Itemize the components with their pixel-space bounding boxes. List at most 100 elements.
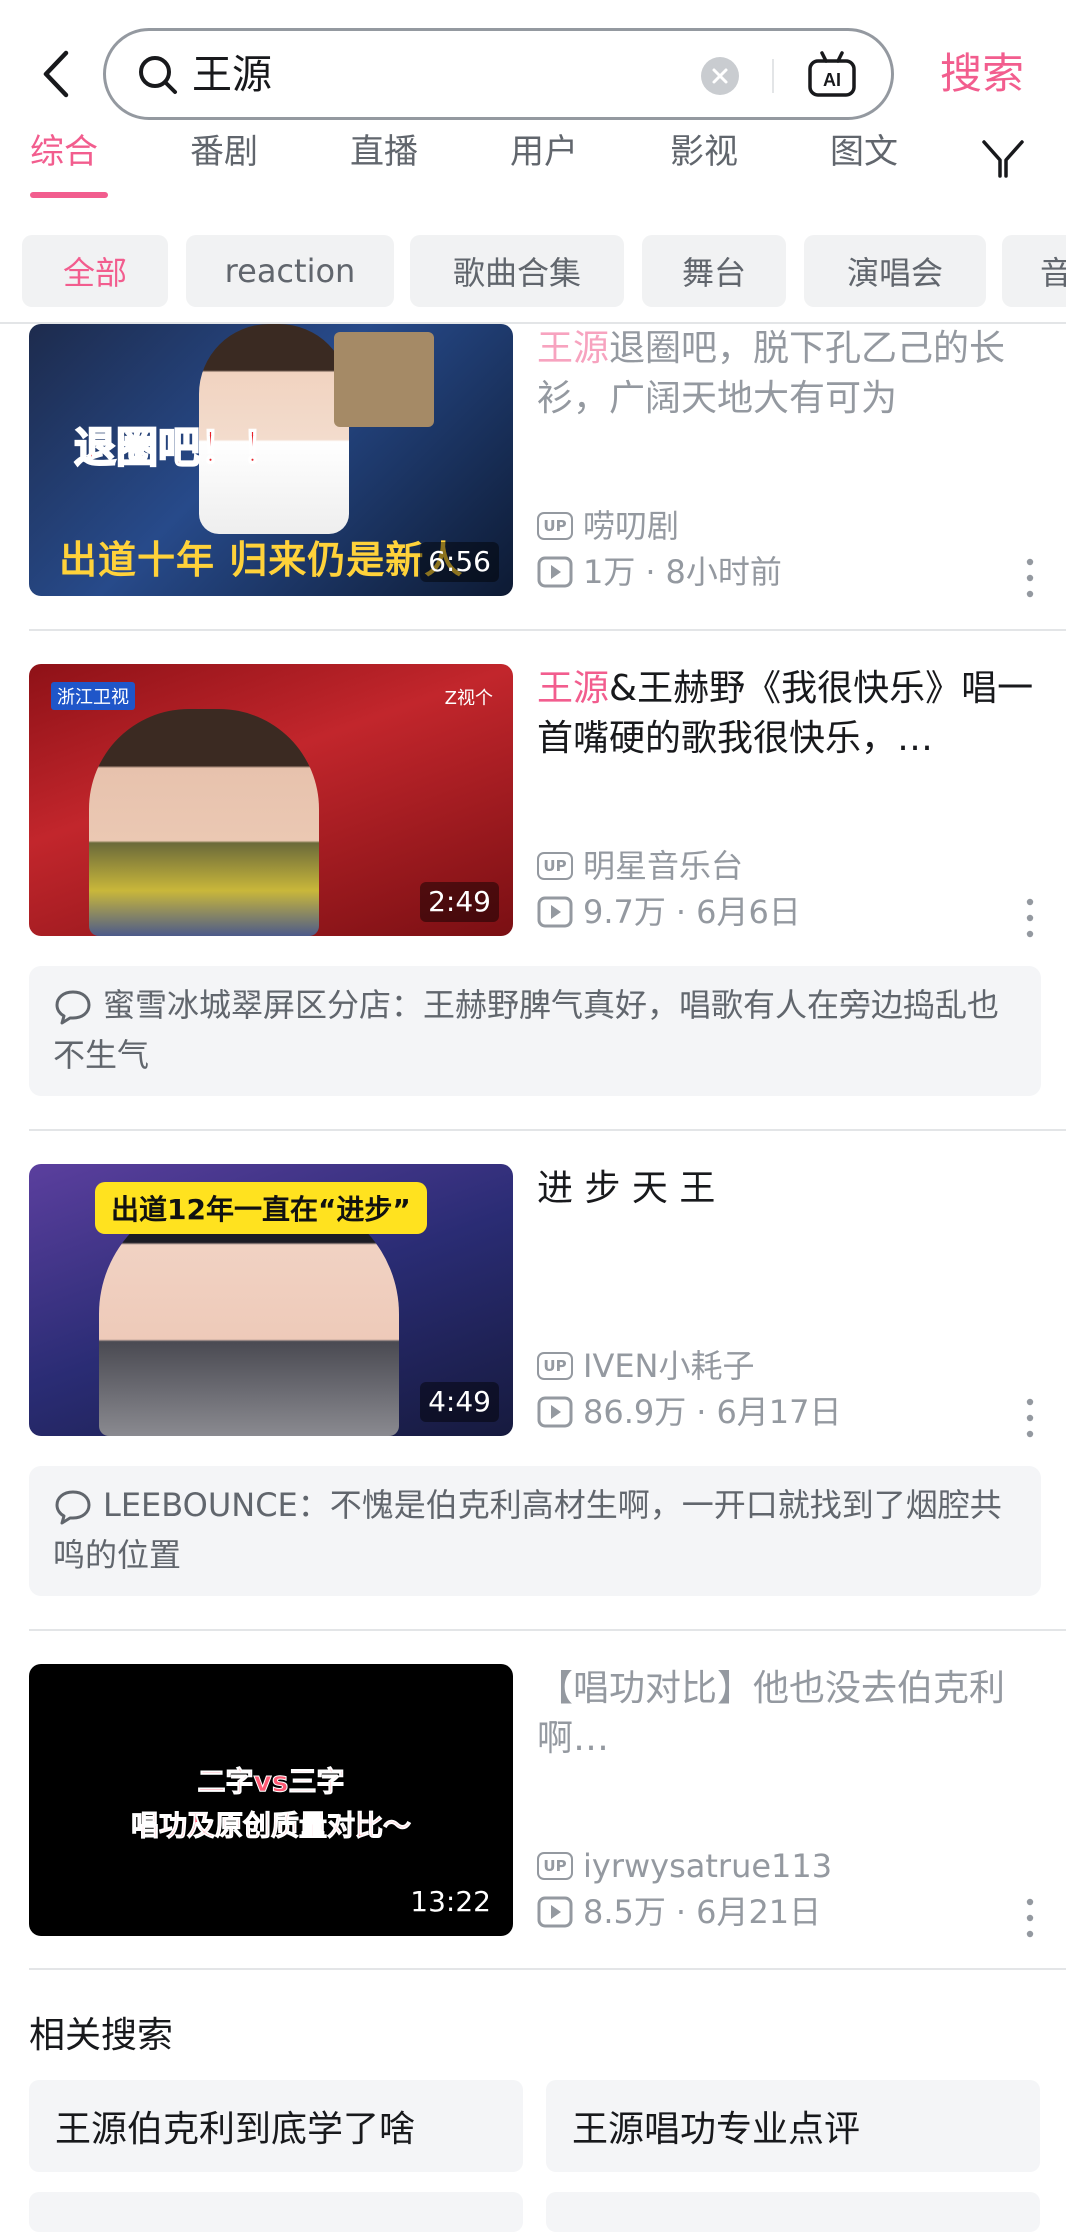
tab-all[interactable]: 综合 <box>30 132 98 172</box>
view-count: 86.9万 <box>583 1393 687 1431</box>
uploader-row[interactable]: UP iyrwysatrue113 <box>537 1846 832 1886</box>
meta-dot: · <box>675 1893 687 1931</box>
search-box[interactable]: 王源 AI <box>103 28 894 120</box>
chip-reaction[interactable]: reaction <box>186 235 394 307</box>
chip-concert[interactable]: 演唱会 <box>804 235 986 307</box>
thumbnail-caption-2: 唱功及原创质量对比～ <box>130 1809 411 1843</box>
top-comment[interactable]: 蜜雪冰城翠屏区分店：王赫野脾气真好，唱歌有人在旁边捣乱也不生气 <box>29 966 1041 1096</box>
card-divider <box>29 1629 1066 1631</box>
thumbnail-caption: 出道12年一直在“进步” <box>95 1182 427 1234</box>
stats-row: 86.9万 · 6月17日 <box>537 1392 842 1432</box>
related-search-item-partial[interactable] <box>546 2192 1040 2232</box>
thumbnail-caption: 退圈吧！！ <box>73 422 285 473</box>
search-input[interactable]: 王源 <box>192 47 272 103</box>
tab-film[interactable]: 影视 <box>670 132 738 172</box>
more-options-icon[interactable] <box>1020 894 1040 942</box>
comment-icon <box>55 1490 91 1525</box>
card-divider <box>29 629 1066 631</box>
tab-articles[interactable]: 图文 <box>830 132 898 172</box>
tab-anime[interactable]: 番剧 <box>190 132 258 172</box>
title-text: 【唱功对比】他也没去伯克利啊… <box>537 1668 1006 1759</box>
clear-icon <box>712 68 728 84</box>
stats-row: 8.5万 · 6月21日 <box>537 1892 821 1932</box>
up-icon: UP <box>537 1352 573 1380</box>
tab-live[interactable]: 直播 <box>350 132 418 172</box>
view-count: 1万 <box>583 553 636 591</box>
comment-text: LEEBOUNCE：不愧是伯克利高材生啊，一开口就找到了烟腔共鸣的位置 <box>53 1486 1002 1574</box>
video-thumbnail[interactable]: 二字vs三字 唱功及原创质量对比～ 13:22 <box>29 1664 513 1936</box>
publish-date: 8小时前 <box>665 553 782 591</box>
title-text: 进 步 天 王 <box>537 1168 716 1209</box>
thumbnail-caption: 二字vs三字 <box>197 1765 345 1799</box>
view-count: 9.7万 <box>583 893 666 931</box>
video-title[interactable]: 王源退圈吧，脱下孔乙己的长衫，广阔天地大有可为 <box>537 324 1037 424</box>
publish-date: 6月6日 <box>696 893 801 931</box>
title-highlight: 王源 <box>537 668 610 709</box>
meta-dot: · <box>696 1393 707 1431</box>
video-duration: 6:56 <box>420 542 499 582</box>
play-count-icon <box>537 556 573 588</box>
publish-date: 6月21日 <box>696 1893 822 1931</box>
channel-logo: 浙江卫视 <box>51 682 135 710</box>
up-icon: UP <box>537 852 573 880</box>
more-options-icon[interactable] <box>1020 554 1040 602</box>
back-arrow-icon <box>43 50 69 98</box>
meta-dot: · <box>675 893 687 931</box>
chip-song-collection[interactable]: 歌曲合集 <box>410 235 624 307</box>
related-search-item[interactable]: 王源伯克利到底学了啥 <box>29 2080 523 2172</box>
filter-chips: 全部 reaction 歌曲合集 舞台 演唱会 音 <box>0 235 1066 307</box>
clear-search-button[interactable] <box>701 57 739 95</box>
search-submit-button[interactable]: 搜索 <box>940 46 1024 102</box>
related-search-item-partial[interactable] <box>29 2192 523 2232</box>
up-icon: UP <box>537 1852 573 1880</box>
search-icon <box>139 56 177 94</box>
thumbnail-caption-2: 出道十年 归来仍是新人 <box>59 538 464 582</box>
play-count-icon <box>537 1896 573 1928</box>
svg-text:AI: AI <box>823 70 841 90</box>
tab-users[interactable]: 用户 <box>510 132 578 172</box>
comment-icon <box>55 990 91 1025</box>
back-button[interactable] <box>34 44 78 104</box>
chip-music[interactable]: 音 <box>1002 235 1066 307</box>
uploader-name: iyrwysatrue113 <box>583 1847 833 1885</box>
video-duration: 4:49 <box>420 1382 499 1422</box>
thumbnail-singer <box>89 709 319 936</box>
uploader-row[interactable]: UP 明星音乐台 <box>537 846 743 886</box>
thumbnail-statue-image <box>334 332 434 427</box>
play-count-icon <box>537 896 573 928</box>
comment-text: 蜜雪冰城翠屏区分店：王赫野脾气真好，唱歌有人在旁边捣乱也不生气 <box>53 986 1000 1074</box>
related-search-item[interactable]: 王源唱功专业点评 <box>546 2080 1040 2172</box>
meta-dot: · <box>645 553 656 591</box>
uploader-row[interactable]: UP IVEN小耗子 <box>537 1346 755 1386</box>
video-duration: 2:49 <box>420 882 499 922</box>
video-title[interactable]: 【唱功对比】他也没去伯克利啊… <box>537 1664 1037 1764</box>
title-highlight: 王源 <box>537 328 610 369</box>
video-duration: 13:22 <box>410 1885 491 1918</box>
video-title[interactable]: 王源&王赫野《我很快乐》唱一首嘴硬的歌我很快乐，… <box>537 664 1037 764</box>
ai-search-icon[interactable]: AI <box>806 49 858 101</box>
card-divider <box>29 1129 1066 1131</box>
video-thumbnail[interactable]: 退圈吧！！ 出道十年 归来仍是新人 6:56 <box>29 324 513 596</box>
video-thumbnail[interactable]: 出道12年一直在“进步” 4:49 <box>29 1164 513 1436</box>
thumbnail-watermark: Z视个 <box>444 688 493 709</box>
video-thumbnail[interactable]: 浙江卫视 Z视个 2:49 <box>29 664 513 936</box>
publish-date: 6月17日 <box>716 1393 842 1431</box>
uploader-name: 明星音乐台 <box>583 847 744 885</box>
up-icon: UP <box>537 512 573 540</box>
header: 王源 AI 搜索 <box>0 0 1066 140</box>
stats-row: 9.7万 · 6月6日 <box>537 892 801 932</box>
filter-icon[interactable] <box>980 134 1026 180</box>
top-comment[interactable]: LEEBOUNCE：不愧是伯克利高材生啊，一开口就找到了烟腔共鸣的位置 <box>29 1466 1041 1596</box>
more-options-icon[interactable] <box>1020 1894 1040 1942</box>
title-text: &王赫野《我很快乐》唱一首嘴硬的歌我很快乐，… <box>537 668 1034 759</box>
more-options-icon[interactable] <box>1020 1394 1040 1442</box>
chip-stage[interactable]: 舞台 <box>642 235 786 307</box>
card-divider <box>29 1968 1066 1970</box>
chip-all[interactable]: 全部 <box>22 235 168 307</box>
video-title[interactable]: 进 步 天 王 <box>537 1164 1037 1214</box>
related-searches-title: 相关搜索 <box>29 2015 174 2056</box>
uploader-name: 唠叨剧 <box>583 507 680 545</box>
active-tab-indicator <box>30 192 108 198</box>
uploader-row[interactable]: UP 唠叨剧 <box>537 506 679 546</box>
search-divider <box>772 59 774 93</box>
